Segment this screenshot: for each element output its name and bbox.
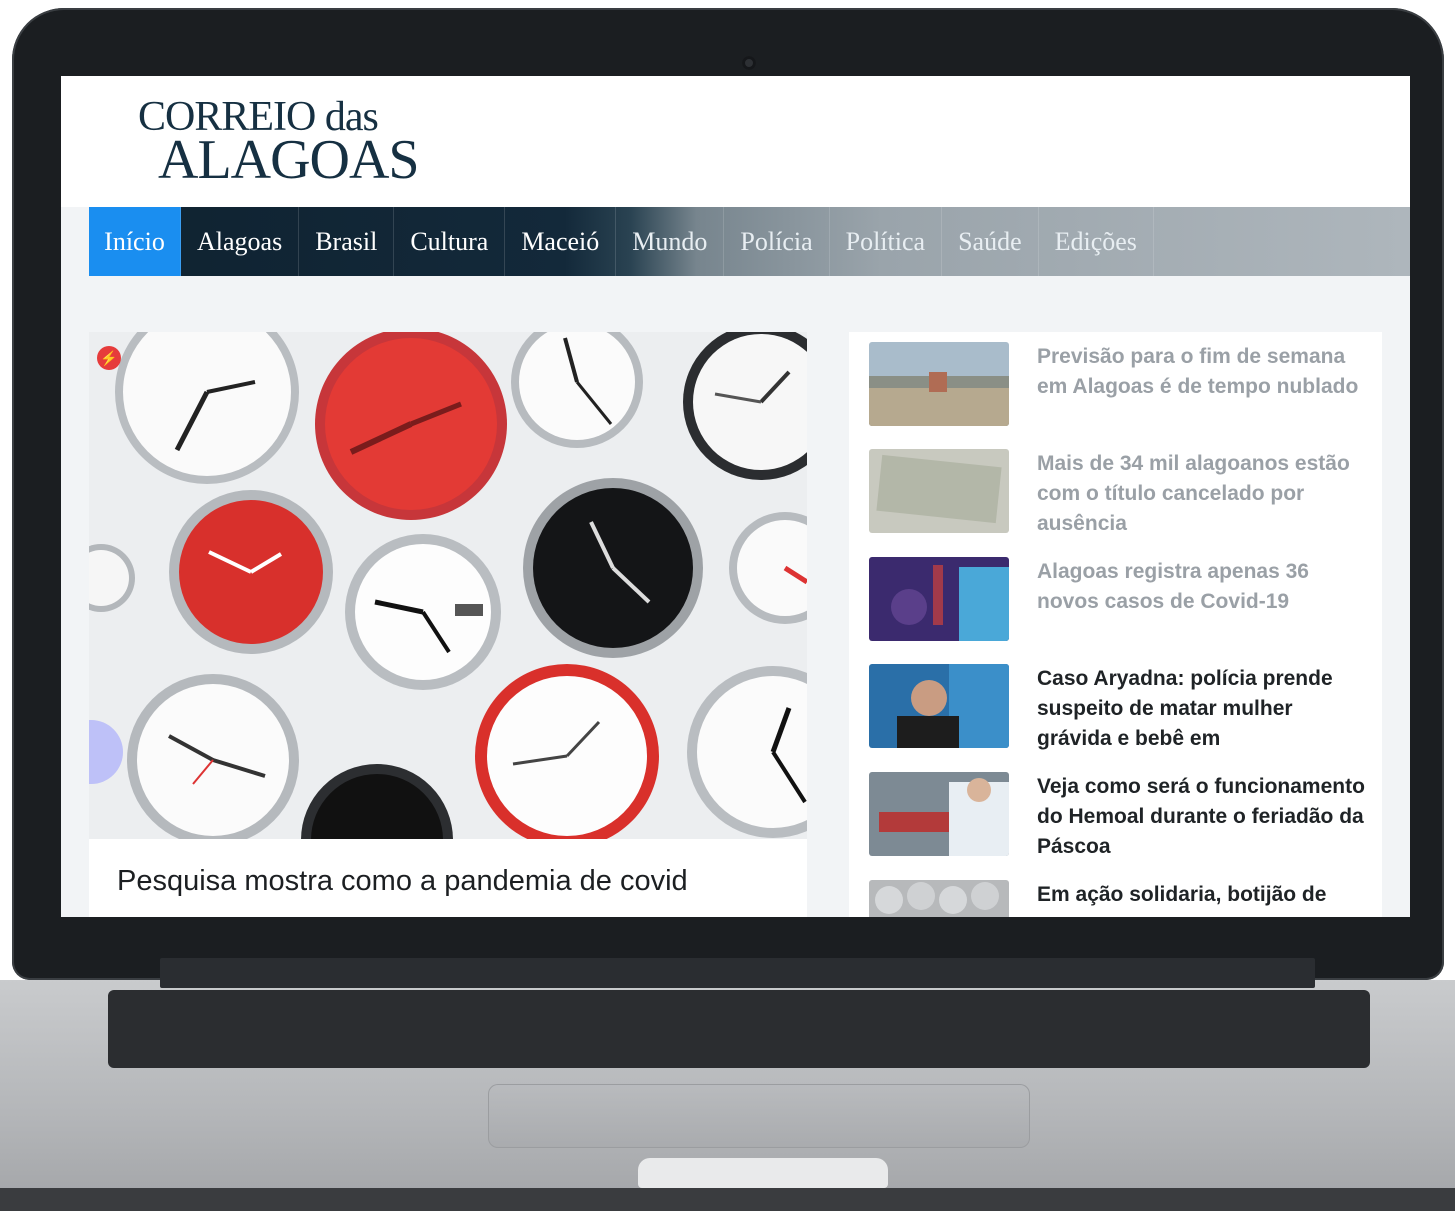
lid-notch [638, 1158, 888, 1188]
nav-item-edicoes[interactable]: Edições [1039, 207, 1154, 276]
laptop-hinge [160, 958, 1315, 988]
logo-line-2: ALAGOAS [158, 129, 420, 191]
sidebar-item[interactable]: Mais de 34 mil alagoanos estão com o tít… [869, 439, 1369, 535]
sidebar-item[interactable]: Caso Aryadna: polícia prende suspeito de… [869, 654, 1369, 750]
nav-item-cultura[interactable]: Cultura [394, 207, 506, 276]
featured-image[interactable]: ⚡ [89, 332, 807, 839]
blood-donation-photo [869, 772, 1009, 856]
clocks-photo [89, 332, 807, 839]
trackpad [488, 1084, 1030, 1148]
main-nav: Início Alagoas Brasil Cultura Maceió Mun… [89, 207, 1410, 276]
sidebar-item-title[interactable]: Previsão para o fim de semana em Alagoas… [1037, 342, 1367, 402]
covid-test-photo [869, 557, 1009, 641]
woman-portrait-photo [869, 664, 1009, 748]
featured-article[interactable]: ⚡ Pesquisa mostra como a pandemia de cov… [89, 332, 807, 917]
sidebar-item-title[interactable]: Mais de 34 mil alagoanos estão com o tít… [1037, 449, 1367, 539]
browser-screen: CORREIO das ALAGOAS Início Alagoas Brasi… [61, 76, 1410, 917]
site-header: CORREIO das ALAGOAS [61, 76, 1410, 207]
gas-cylinders-photo [869, 880, 1009, 917]
nav-item-saude[interactable]: Saúde [942, 207, 1039, 276]
sidebar-item[interactable]: Alagoas registra apenas 36 novos casos d… [869, 547, 1369, 641]
sidebar-item[interactable]: Previsão para o fim de semana em Alagoas… [869, 332, 1369, 426]
featured-headline[interactable]: Pesquisa mostra como a pandemia de covid [117, 862, 777, 900]
laptop-bottom-edge [0, 1188, 1455, 1211]
nav-item-politica[interactable]: Política [830, 207, 943, 276]
nav-item-maceio[interactable]: Maceió [505, 207, 617, 276]
voter-card-photo [869, 449, 1009, 533]
nav-item-mundo[interactable]: Mundo [616, 207, 725, 276]
sidebar-item-title[interactable]: Veja como será o funcionamento do Hemoal… [1037, 772, 1367, 862]
sidebar-item-title[interactable]: Caso Aryadna: polícia prende suspeito de… [1037, 664, 1367, 754]
sidebar-item-title[interactable]: Em ação solidaria, botijão de [1037, 880, 1367, 910]
nav-item-alagoas[interactable]: Alagoas [181, 207, 300, 276]
camera-icon [742, 56, 756, 70]
flash-icon: ⚡ [97, 346, 121, 370]
sidebar-item[interactable]: Veja como será o funcionamento do Hemoal… [869, 762, 1369, 858]
nav-item-policia[interactable]: Polícia [724, 207, 830, 276]
keyboard [108, 990, 1370, 1068]
nav-item-inicio[interactable]: Início [89, 207, 181, 276]
sidebar-news-list: Previsão para o fim de semana em Alagoas… [849, 332, 1382, 917]
city-aerial-photo [869, 342, 1009, 426]
sidebar-item[interactable]: Em ação solidaria, botijão de [869, 870, 1369, 917]
sidebar-item-title[interactable]: Alagoas registra apenas 36 novos casos d… [1037, 557, 1367, 617]
nav-item-brasil[interactable]: Brasil [299, 207, 395, 276]
site-logo[interactable]: CORREIO das ALAGOAS [138, 96, 420, 191]
